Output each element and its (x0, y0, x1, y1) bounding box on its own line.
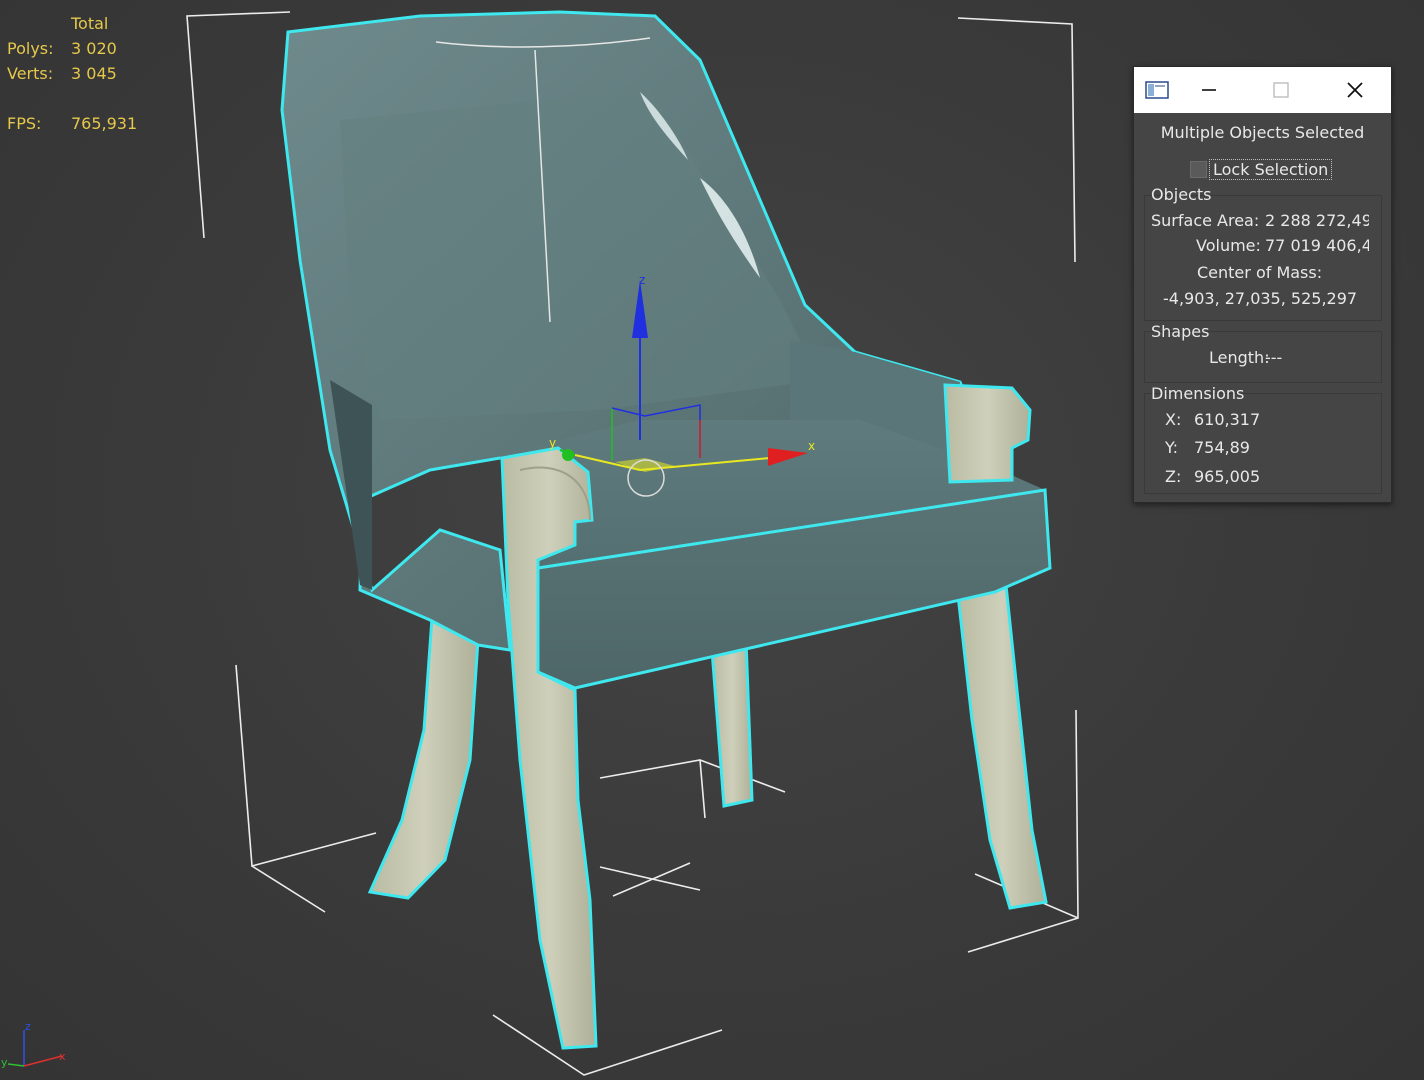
dimension-y-label: Y: (1165, 438, 1179, 457)
viewport-statistics: Total Polys: 3 020 Verts: 3 045 FPS: 765,93… (7, 11, 137, 136)
length-value: --- (1265, 348, 1283, 367)
right-arm-wood (943, 383, 1032, 484)
minimize-icon[interactable] (1186, 67, 1232, 113)
center-of-mass-label: Center of Mass: (1197, 263, 1323, 282)
tripod-z-label: z (25, 1020, 31, 1033)
stats-fps-value: 765,931 (71, 114, 138, 133)
measure-titlebar[interactable] (1134, 67, 1391, 113)
shapes-group-title: Shapes (1151, 322, 1210, 341)
dimension-y-value: 754,89 (1194, 438, 1250, 457)
length-label: Length: (1209, 348, 1270, 367)
stats-polys-label: Polys: (7, 39, 54, 58)
lock-selection-checkbox[interactable]: Lock Selection (1190, 157, 1333, 181)
maximize-icon[interactable] (1258, 67, 1304, 113)
tripod-x-label: x (59, 1050, 66, 1063)
dimension-x-value: 610,317 (1194, 410, 1261, 429)
stats-fps-label: FPS: (7, 114, 42, 133)
stats-total-header: Total (71, 14, 109, 33)
stats-polys-value: 3 020 (71, 39, 117, 58)
lock-selection-label: Lock Selection (1209, 158, 1333, 180)
gizmo-x-label: x (808, 439, 815, 453)
dimensions-group-title: Dimensions (1151, 384, 1245, 403)
objects-group-title: Objects (1151, 185, 1212, 204)
center-of-mass-value: -4,903, 27,035, 525,297 (1163, 289, 1358, 308)
surface-area-label: Surface Area: (1151, 211, 1260, 230)
gizmo-z-label: z (639, 273, 645, 287)
lock-selection-box[interactable] (1190, 160, 1207, 178)
dimension-x-label: X: (1165, 410, 1182, 429)
window-icon (1142, 67, 1172, 113)
surface-area-value: 2 288 272,49 (1265, 211, 1369, 230)
volume-label: Volume: (1196, 236, 1261, 255)
tripod-y-label: y (1, 1056, 8, 1069)
selection-header: Multiple Objects Selected (1160, 123, 1365, 142)
axis-tripod: z x y (1, 1020, 66, 1069)
volume-value: 77 019 406,4 (1265, 236, 1369, 255)
back-mid-leg (710, 638, 754, 808)
dimension-z-value: 965,005 (1194, 467, 1261, 486)
left-side-panel (330, 380, 372, 590)
back-right-leg (956, 583, 1048, 910)
back-left-leg (367, 615, 480, 900)
measure-panel[interactable]: Multiple Objects Selected Lock Selection… (1133, 66, 1392, 503)
stats-verts-value: 3 045 (71, 64, 117, 83)
close-icon[interactable] (1332, 67, 1378, 113)
gizmo-y-label: y (549, 436, 556, 450)
dimension-z-label: Z: (1165, 467, 1182, 486)
stats-verts-label: Verts: (7, 64, 54, 83)
